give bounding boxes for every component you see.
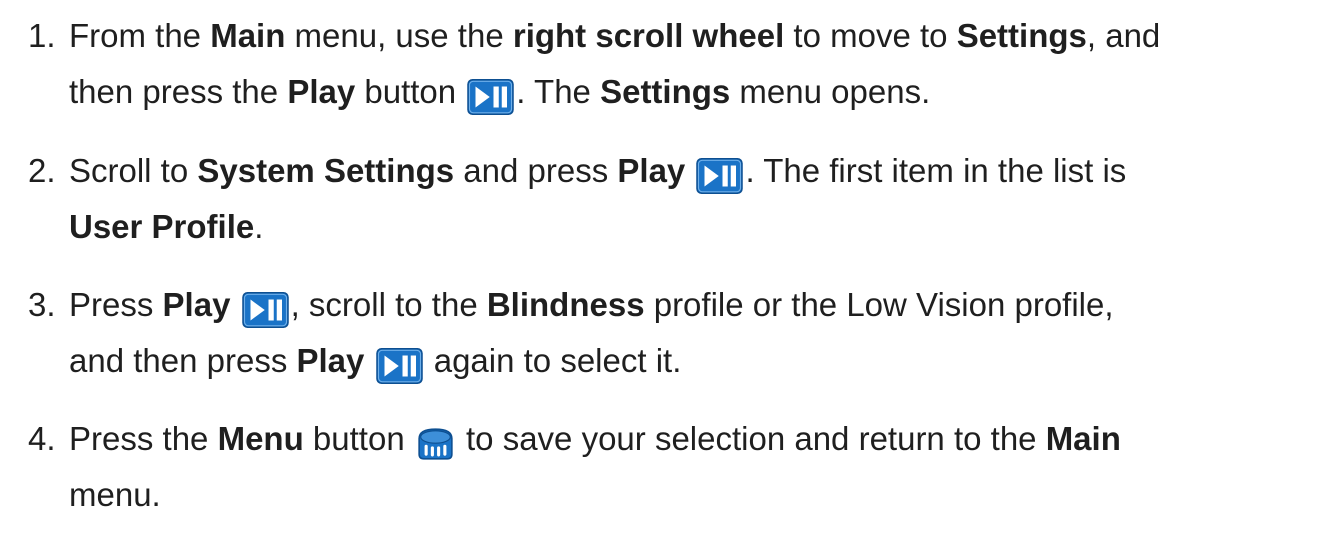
- step-number: 2.: [28, 152, 56, 189]
- step-text: menu.: [69, 476, 161, 513]
- step-text: button: [303, 420, 414, 457]
- step-2: 2. Scroll to System Settings and press Pl…: [28, 143, 1308, 255]
- step-text: button: [355, 73, 466, 110]
- step-3: 3. Press Play , scroll to the Blindness p…: [28, 277, 1308, 389]
- step-1-line-1: 1. From the Main menu, use the right scro…: [28, 8, 1308, 64]
- play-pause-icon: [696, 158, 743, 194]
- step-emphasis: Menu: [217, 420, 304, 457]
- step-emphasis: right scroll wheel: [512, 17, 785, 54]
- step-emphasis: Main: [210, 17, 286, 54]
- step-emphasis: Play: [287, 73, 356, 110]
- step-text: , and: [1086, 17, 1161, 54]
- step-number: 1.: [28, 17, 56, 54]
- step-4-line-1: 4. Press the Menu button to save your sel…: [28, 411, 1308, 467]
- step-3-line-1: 3. Press Play , scroll to the Blindness p…: [28, 277, 1308, 333]
- step-text: profile or the Low Vision profile,: [644, 286, 1114, 323]
- step-number: 3.: [28, 286, 56, 323]
- step-text: and then press: [69, 342, 297, 379]
- step-text: and press: [454, 152, 618, 189]
- step-text: again to select it.: [424, 342, 682, 379]
- step-1-line-2: then press the Play button . The Setting…: [28, 64, 1308, 120]
- step-emphasis: Play: [296, 342, 365, 379]
- step-emphasis: User Profile: [69, 208, 255, 245]
- step-text: , scroll to the: [290, 286, 487, 323]
- step-text: [364, 342, 373, 379]
- step-emphasis: Play: [162, 286, 231, 323]
- step-text: . The first item in the list is: [745, 152, 1127, 189]
- step-text: menu opens.: [730, 73, 931, 110]
- instruction-list: 1. From the Main menu, use the right scro…: [0, 0, 1317, 537]
- play-pause-icon: [376, 348, 423, 384]
- step-text: .: [254, 208, 264, 245]
- step-emphasis: Settings: [956, 17, 1087, 54]
- step-text: . The: [516, 73, 601, 110]
- step-2-line-1: 2. Scroll to System Settings and press Pl…: [28, 143, 1308, 199]
- step-text: to move to: [784, 17, 957, 54]
- step-text: Scroll to: [69, 152, 198, 189]
- step-text: [685, 152, 694, 189]
- step-text: Press: [69, 286, 163, 323]
- step-2-line-2: User Profile.: [28, 199, 1308, 255]
- play-pause-icon: [467, 79, 514, 115]
- step-4: 4. Press the Menu button to save your sel…: [28, 411, 1308, 523]
- step-text: Press the: [69, 420, 218, 457]
- step-text: menu, use the: [285, 17, 513, 54]
- step-1: 1. From the Main menu, use the right scro…: [28, 8, 1308, 120]
- step-emphasis: System Settings: [197, 152, 455, 189]
- step-text: to save your selection and return to the: [456, 420, 1046, 457]
- step-emphasis: Blindness: [486, 286, 645, 323]
- step-text: From the: [69, 17, 211, 54]
- play-pause-icon: [242, 292, 289, 328]
- step-3-line-2: and then press Play again to select it.: [28, 333, 1308, 389]
- step-emphasis: Play: [617, 152, 686, 189]
- menu-button-icon: [416, 426, 455, 462]
- step-number: 4.: [28, 420, 56, 457]
- step-emphasis: Settings: [600, 73, 731, 110]
- step-4-line-2: menu.: [28, 467, 1308, 523]
- step-text: [230, 286, 239, 323]
- step-emphasis: Main: [1045, 420, 1121, 457]
- step-text: then press the: [69, 73, 288, 110]
